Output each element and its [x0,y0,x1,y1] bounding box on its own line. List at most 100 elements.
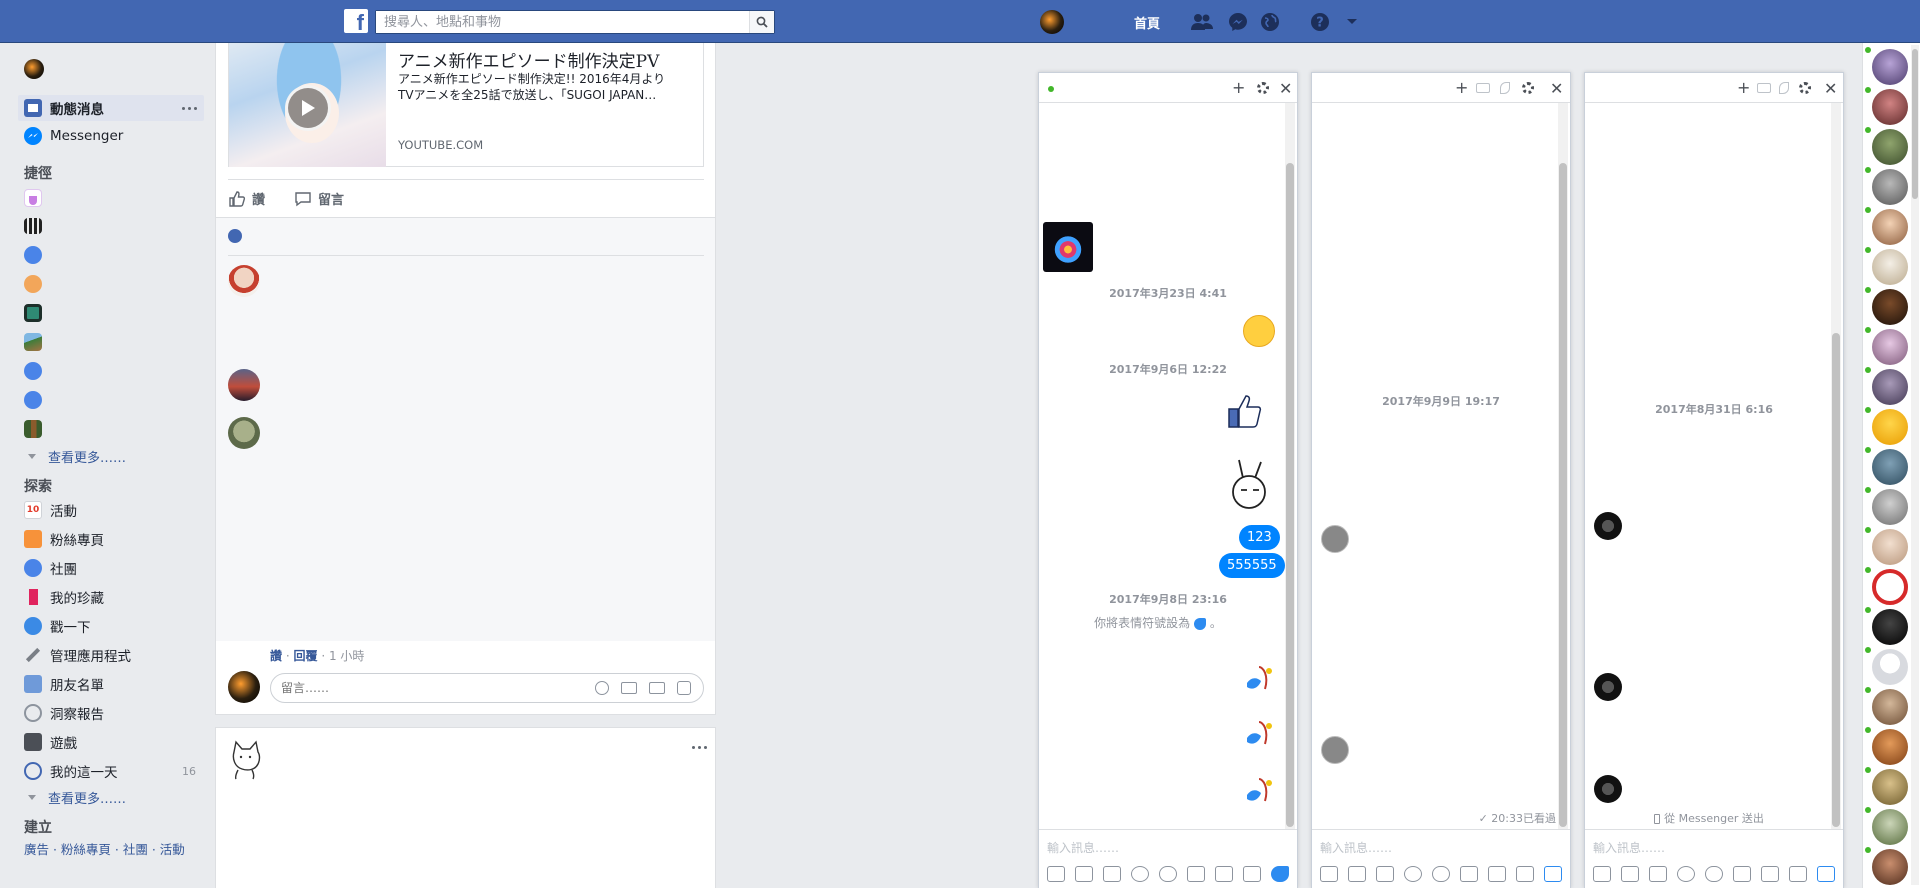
emoji-icon[interactable] [595,681,609,695]
cat-sticker-avatar[interactable] [228,740,262,780]
photo-icon[interactable] [1047,866,1065,882]
commenter-avatar[interactable] [228,417,260,449]
contact-avatar[interactable] [1872,169,1908,205]
sidebar-item-events[interactable]: 10 活動 [24,498,77,522]
contact-avatar[interactable] [1872,209,1908,245]
home-link[interactable]: 首頁 [1134,13,1160,32]
photo-icon[interactable] [1320,866,1338,882]
chat-message-input[interactable] [1047,838,1287,858]
contact-avatar[interactable] [1872,569,1908,605]
photo-message[interactable] [1043,222,1093,272]
contact-avatar[interactable] [1872,329,1908,365]
flask-icon[interactable] [24,189,42,207]
gear-icon[interactable] [1522,82,1534,94]
game-icon[interactable] [1187,866,1205,882]
attach-icon[interactable] [1159,866,1177,882]
sidebar-item-messenger[interactable]: Messenger [24,124,123,148]
sidebar-item-groups[interactable]: 社團 [24,556,77,580]
sidebar-item-games[interactable]: 遊戲 [24,730,77,754]
contacts-scrollbar[interactable] [1911,45,1919,885]
contact-avatar[interactable] [1872,49,1908,85]
gear-icon[interactable] [1799,82,1811,94]
search-input[interactable] [376,11,749,33]
chat-header[interactable]: + ✕ [1312,73,1570,103]
emoji-icon[interactable] [1404,866,1422,882]
attach-icon[interactable] [1705,866,1723,882]
scroll-thumb[interactable] [1286,163,1294,827]
thumbs-up-icon[interactable] [1817,866,1835,882]
contact-avatar[interactable] [1594,775,1622,803]
camera-icon[interactable] [1488,866,1506,882]
more-options-icon[interactable] [182,107,197,110]
chat-scrollbar[interactable] [1831,103,1841,829]
link-preview[interactable]: アニメ新作エピソード制作決定PV アニメ新作エピソード制作決定!! 2016年4… [228,43,704,167]
camera-icon[interactable] [1215,866,1233,882]
commenter-avatar[interactable] [228,369,260,401]
contact-avatar[interactable] [1872,409,1908,445]
chat-header[interactable]: + ✕ [1039,73,1297,103]
sidebar-item-on-this-day[interactable]: 我的這一天 16 [24,759,196,783]
video-call-icon[interactable] [1476,83,1490,93]
contact-avatar[interactable] [1594,673,1622,701]
comment-reply-link[interactable]: 回覆 [293,649,317,663]
calendar-icon[interactable] [1243,866,1261,882]
add-people-icon[interactable]: + [1232,80,1245,96]
account-menu-chevron-icon[interactable] [1341,11,1363,33]
comment-input[interactable] [281,679,571,697]
calendar-icon[interactable] [1516,866,1534,882]
contact-avatar[interactable] [1872,609,1908,645]
sidebar-item-pages[interactable]: 粉絲專頁 [24,527,104,551]
close-icon[interactable]: ✕ [1824,79,1837,98]
add-people-icon[interactable]: + [1455,80,1468,96]
chat-message-input[interactable] [1593,838,1833,858]
chat-scrollbar[interactable] [1558,103,1568,829]
help-icon[interactable]: ? [1309,11,1331,33]
group-icon[interactable] [24,362,42,380]
contact-avatar[interactable] [1872,529,1908,565]
post-options-icon[interactable] [692,746,707,749]
group-icon[interactable] [24,391,42,409]
game-icon[interactable] [1733,866,1751,882]
see-more-shortcuts-link[interactable]: 查看更多…… [28,447,126,466]
gif-icon[interactable] [649,682,665,694]
sidebar-profile-avatar[interactable] [24,59,44,79]
sidebar-item-saved[interactable]: 我的珍藏 [24,585,104,609]
contact-avatar[interactable] [1872,489,1908,525]
contact-avatar[interactable] [1872,849,1908,885]
comment-like-link[interactable]: 讚 [270,649,282,663]
sidebar-item-manage-apps[interactable]: 管理應用程式 [24,643,131,667]
contact-avatar[interactable] [1872,729,1908,765]
clapperboard-icon[interactable] [24,218,42,234]
phone-icon[interactable] [1500,82,1510,94]
scroll-thumb[interactable] [1559,163,1567,827]
sticker-icon[interactable] [1348,866,1366,882]
app-square-icon[interactable] [24,304,42,322]
like-action-button[interactable]: 讚 [228,189,265,208]
video-thumbnail[interactable] [229,43,386,167]
phone-icon[interactable] [1779,82,1789,94]
profile-avatar[interactable] [1040,10,1064,34]
close-icon[interactable]: ✕ [1279,79,1292,98]
game-icon[interactable] [1460,866,1478,882]
contact-avatar[interactable] [1872,249,1908,285]
contact-avatar[interactable] [1872,449,1908,485]
contact-avatar[interactable] [1872,289,1908,325]
chat-scrollbar[interactable] [1285,103,1295,829]
facebook-logo-icon[interactable]: f [344,9,368,33]
sticker-icon[interactable] [1621,866,1639,882]
sidebar-item-insights[interactable]: 洞察報告 [24,701,104,725]
gif-icon[interactable] [1103,866,1121,882]
link-title[interactable]: アニメ新作エピソード制作決定PV [398,47,659,72]
sticker-icon[interactable] [677,681,691,695]
friend-requests-icon[interactable] [1191,11,1213,33]
landscape-page-icon[interactable] [24,333,42,351]
scroll-thumb[interactable] [1912,49,1918,199]
message-bubble[interactable]: 555555 [1219,553,1285,578]
contact-avatar[interactable] [1321,525,1349,553]
comment-action-button[interactable]: 留言 [294,189,344,208]
photo-icon[interactable] [1593,866,1611,882]
sidebar-item-news-feed[interactable]: 動態消息 [24,96,104,120]
sidebar-item-pokes[interactable]: 戳一下 [24,614,91,638]
contact-avatar[interactable] [1594,512,1622,540]
chat-header[interactable]: + ✕ [1585,73,1843,103]
